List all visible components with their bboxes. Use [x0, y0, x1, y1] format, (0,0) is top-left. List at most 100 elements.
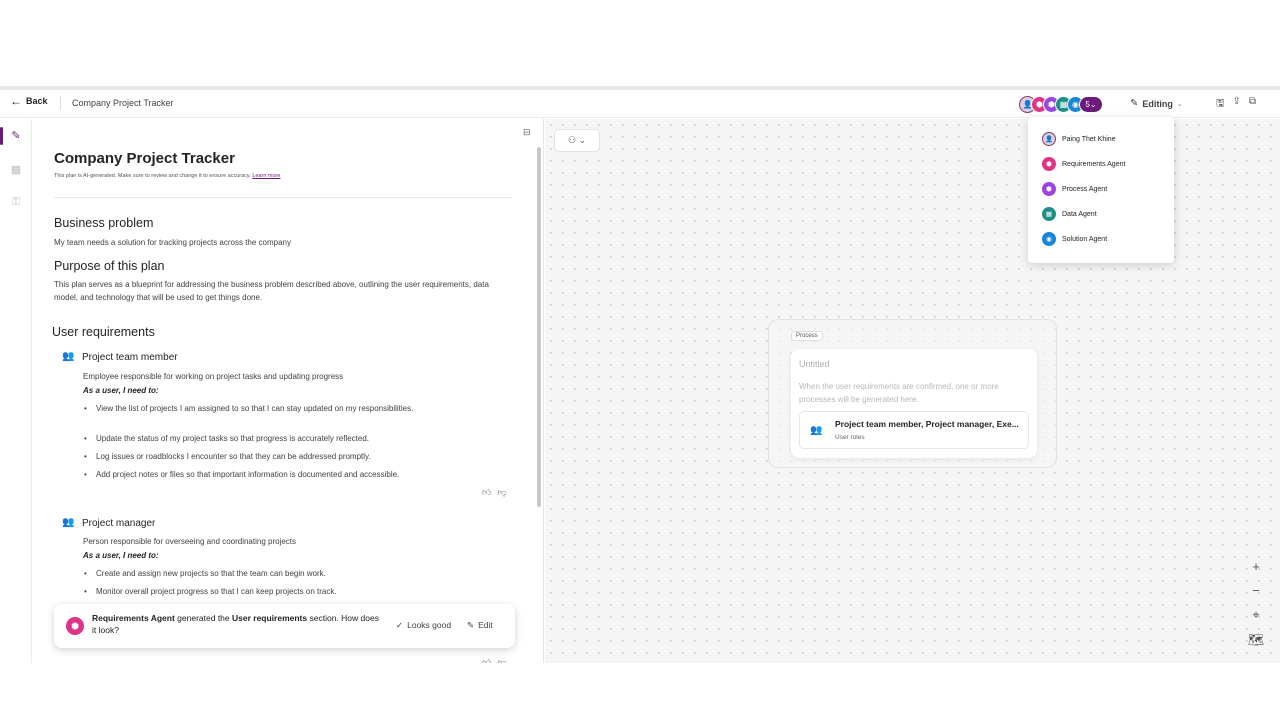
zoom-in-icon[interactable]: +: [1252, 559, 1260, 574]
back-label: Back: [26, 96, 48, 106]
checkmark-icon: ✓: [396, 620, 404, 630]
solution-agent-icon: ◉: [1042, 232, 1056, 246]
role-name: Project manager: [82, 517, 156, 529]
table-icon[interactable]: ▦: [9, 163, 23, 177]
toast-agent: Requirements Agent: [92, 613, 175, 623]
top-bar: ← Back Company Project Tracker 👤 ⬢ ⬢ ▦ ◉…: [0, 90, 1280, 118]
dropdown-item-label: Process Agent: [1062, 185, 1108, 193]
role-description: Person responsible for overseeing and co…: [83, 537, 297, 546]
person-icon: 👥: [810, 425, 823, 436]
chevron-down-icon: ⌄: [1176, 100, 1183, 108]
page-title: Company Project Tracker: [54, 150, 235, 167]
list-item: Update the status of my project tasks so…: [84, 432, 484, 445]
process-card[interactable]: Untitled When the user requirements are …: [791, 349, 1037, 458]
looks-good-label: Looks good: [407, 620, 452, 630]
feedback-buttons: 👍︎ 👎︎: [482, 657, 507, 663]
divider: [60, 96, 61, 110]
thumbs-up-icon[interactable]: 👍︎: [482, 487, 491, 498]
left-rail: ✎ ▦ ⚿: [0, 119, 32, 663]
thumbs-down-icon[interactable]: 👎︎: [497, 657, 506, 663]
toast-section: User requirements: [232, 613, 308, 623]
process-title: Untitled: [799, 359, 830, 369]
dropdown-item-label: Requirements Agent: [1062, 160, 1126, 168]
collapse-panel-icon[interactable]: ⊟: [523, 127, 531, 138]
list-item: Create and assign new projects so that t…: [84, 567, 484, 580]
arrow-left-icon: ←: [10, 94, 22, 108]
user-requirements-heading: User requirements: [52, 325, 155, 339]
toast-message: Requirements Agent generated the User re…: [92, 612, 382, 636]
person-icon: 👥: [62, 517, 75, 528]
role-project-team-member: 👥 Project team member: [62, 351, 178, 363]
purpose-heading: Purpose of this plan: [54, 259, 165, 273]
more-count: 5: [1085, 99, 1090, 109]
data-agent-icon: ▦: [1042, 207, 1056, 221]
edit-button[interactable]: ✎ Edit: [467, 620, 493, 631]
list-item: Add project notes or files so that impor…: [84, 468, 504, 481]
business-problem-text: My team needs a solution for tracking pr…: [54, 238, 291, 247]
toast-text: generated the: [174, 613, 232, 623]
requirements-agent-icon: ⬢: [66, 617, 84, 635]
save-icon[interactable]: 🖫: [1216, 96, 1225, 113]
zoom-controls: + − ⌖ 🗺︎: [1242, 559, 1270, 659]
looks-good-button[interactable]: ✓ Looks good: [396, 620, 451, 631]
back-button[interactable]: ← Back: [10, 94, 48, 108]
list-item: Monitor overall project progress so that…: [84, 585, 484, 598]
thumbs-up-icon[interactable]: 👍︎: [482, 657, 491, 663]
pencil-icon: ✎: [1130, 98, 1139, 109]
fit-view-icon[interactable]: ⌖: [1252, 607, 1259, 623]
edit-label: Edit: [478, 620, 493, 630]
need-label: As a user, I need to:: [83, 551, 159, 560]
layout-menu-button[interactable]: ⚇ ⌄: [554, 129, 600, 152]
hierarchy-icon: ⚇: [567, 135, 577, 145]
user-roles-title: Project team member, Project manager, Ex…: [835, 419, 1019, 429]
plan-document-panel: ⊟ Company Project Tracker This plan is A…: [33, 119, 544, 663]
dropdown-item-user[interactable]: 👤 Paing Thet Khine: [1042, 132, 1116, 146]
dropdown-item-data-agent[interactable]: ▦ Data Agent: [1042, 207, 1097, 221]
dropdown-item-process-agent[interactable]: ⬢ Process Agent: [1042, 182, 1107, 196]
top-actions: 🖫 ⇪ ⧉: [1216, 96, 1256, 113]
ai-disclaimer: This plan is AI-generated. Make sure to …: [54, 173, 280, 179]
editing-mode-dropdown[interactable]: ✎ Editing ⌄: [1130, 98, 1183, 109]
person-icon: 👥: [62, 351, 75, 362]
dropdown-item-label: Paing Thet Khine: [1062, 135, 1116, 143]
dropdown-item-solution-agent[interactable]: ◉ Solution Agent: [1042, 232, 1107, 246]
role-project-manager: 👥 Project manager: [62, 517, 155, 529]
role-description: Employee responsible for working on proj…: [83, 372, 344, 381]
purpose-text: This plan serves as a blueprint for addr…: [54, 280, 489, 302]
collaborators-dropdown: 👤 Paing Thet Khine ⬢ Requirements Agent …: [1028, 117, 1174, 263]
list-item: View the list of projects I am assigned …: [84, 402, 444, 415]
publish-icon[interactable]: ⧉: [1249, 96, 1256, 113]
user-roles-subtitle: User roles: [835, 434, 865, 441]
user-avatar-icon: 👤: [1042, 132, 1056, 146]
plan-document-icon[interactable]: ✎: [9, 129, 23, 143]
role-name: Project team member: [82, 351, 178, 363]
learn-more-link[interactable]: Learn more: [252, 173, 280, 179]
scrollbar[interactable]: [537, 147, 541, 507]
collaborators-avatar-stack[interactable]: 👤 ⬢ ⬢ ▦ ◉ 5 ⌄: [1019, 94, 1103, 114]
list-item: Log issues or roadblocks I encounter so …: [84, 450, 484, 463]
dropdown-item-label: Data Agent: [1062, 210, 1097, 218]
dropdown-item-requirements-agent[interactable]: ⬢ Requirements Agent: [1042, 157, 1125, 171]
feedback-buttons: 👍︎ 👎︎: [482, 487, 507, 498]
ai-disclaimer-text: This plan is AI-generated. Make sure to …: [54, 173, 251, 179]
divider: [54, 197, 512, 198]
requirements-agent-icon: ⬢: [1042, 157, 1056, 171]
zoom-out-icon[interactable]: −: [1252, 583, 1260, 598]
pencil-icon: ✎: [467, 620, 475, 630]
share-icon[interactable]: ⇪: [1233, 96, 1241, 113]
need-label: As a user, I need to:: [83, 386, 159, 395]
user-roles-card[interactable]: 👥 Project team member, Project manager, …: [799, 411, 1029, 449]
breadcrumb: Company Project Tracker: [72, 98, 174, 108]
agent-feedback-toast: ⬢ Requirements Agent generated the User …: [54, 604, 515, 648]
business-problem-heading: Business problem: [54, 216, 154, 230]
thumbs-down-icon[interactable]: 👎︎: [497, 487, 506, 498]
process-tag: Process: [791, 331, 823, 341]
security-icon[interactable]: ⚿: [9, 195, 23, 209]
process-agent-icon: ⬢: [1042, 182, 1056, 196]
more-collaborators-badge[interactable]: 5 ⌄: [1079, 95, 1103, 113]
editing-label: Editing: [1142, 98, 1173, 109]
dropdown-item-label: Solution Agent: [1062, 235, 1108, 243]
active-indicator: [0, 127, 3, 145]
map-icon[interactable]: 🗺︎: [1248, 632, 1265, 648]
process-group[interactable]: Process Untitled When the user requireme…: [768, 319, 1057, 468]
